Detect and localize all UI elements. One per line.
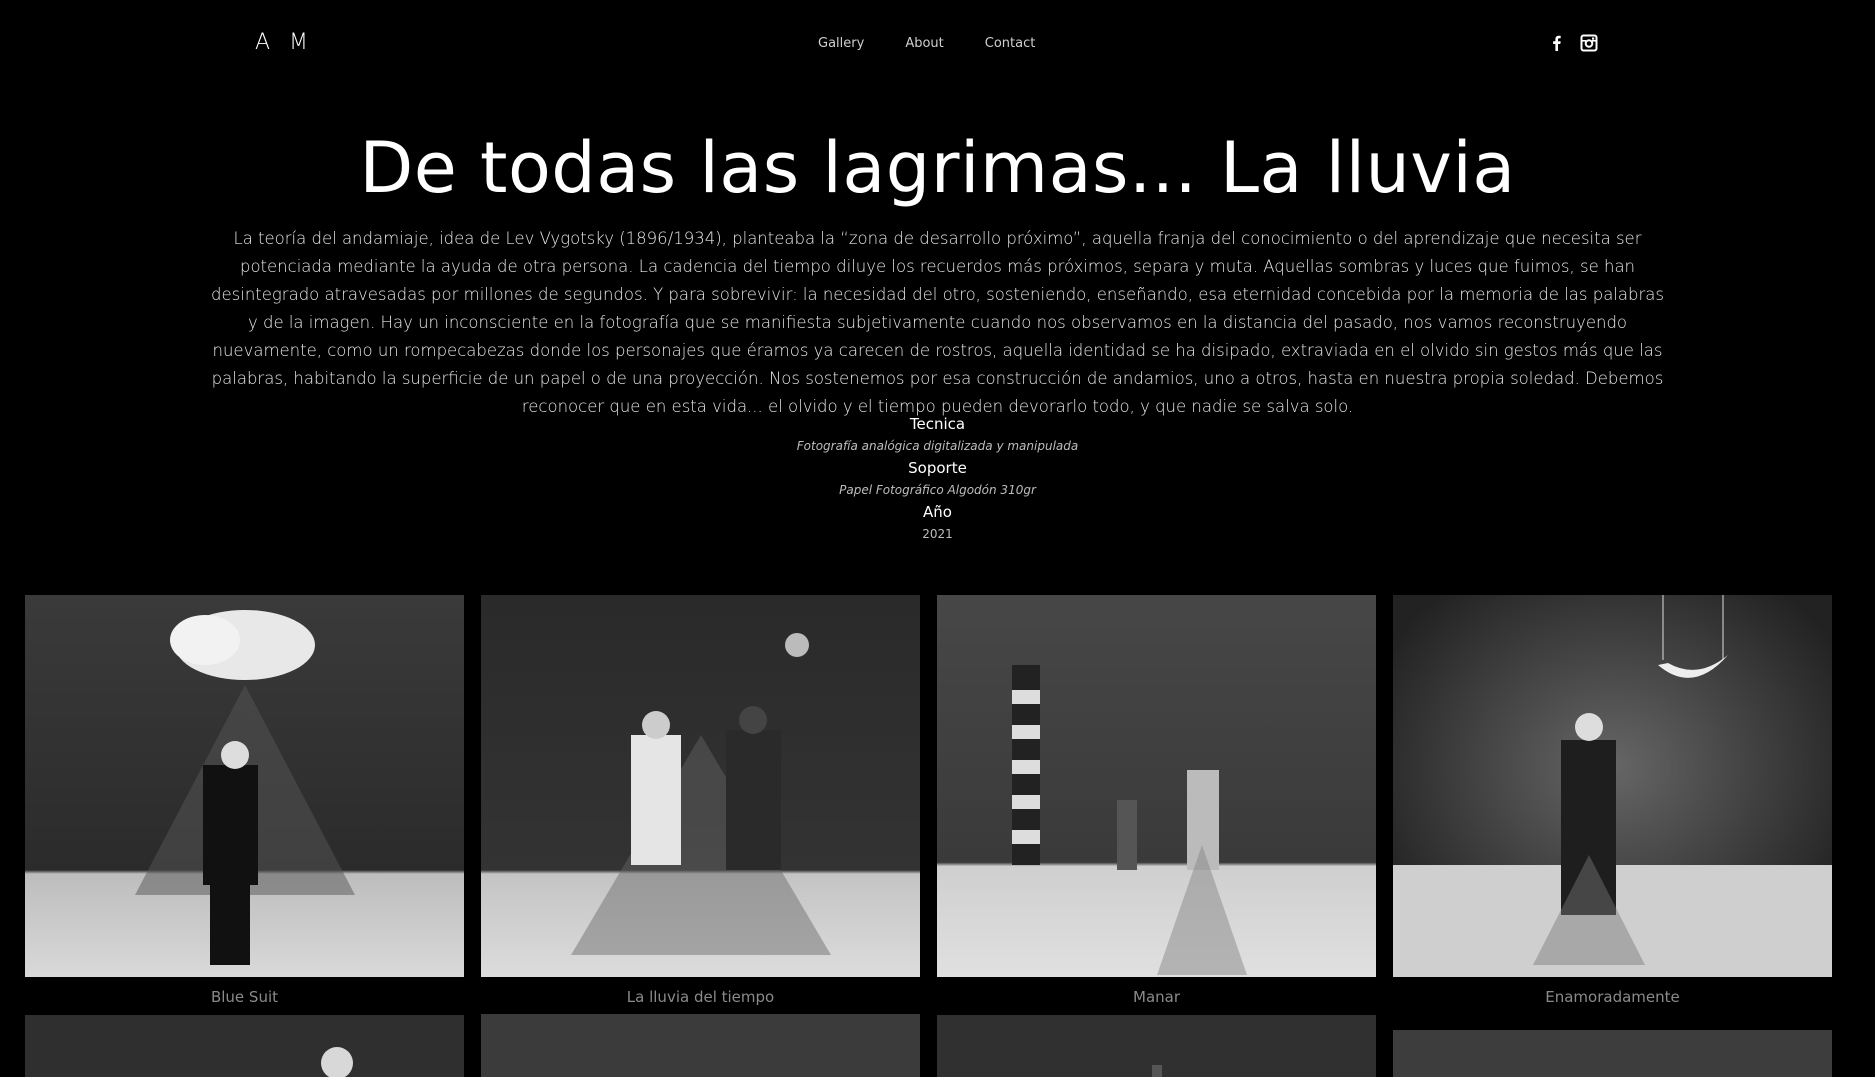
soporte-label: Soporte: [908, 459, 967, 477]
project-specs: Tecnica Fotografía analógica digitalizad…: [0, 413, 1875, 545]
gallery-image-enamoradamente[interactable]: [1393, 595, 1832, 977]
caption-enamoradamente[interactable]: Enamoradamente: [1393, 988, 1832, 1006]
caption-manar[interactable]: Manar: [937, 988, 1376, 1006]
gallery-image-blue-suit[interactable]: [25, 595, 464, 977]
nav-gallery[interactable]: Gallery: [818, 36, 864, 51]
gallery-image-row2-3[interactable]: [937, 1015, 1376, 1077]
site-header: A M Gallery About Contact: [0, 0, 1875, 90]
social-links: [1548, 34, 1598, 52]
gallery-image-row2-1[interactable]: [25, 1015, 464, 1077]
page-title: De todas las lagrimas... La lluvia: [359, 127, 1516, 209]
main-nav: Gallery About Contact: [818, 36, 1035, 51]
soporte-value: Papel Fotográfico Algodón 310gr: [839, 483, 1036, 497]
tecnica-value: Fotografía analógica digitalizada y mani…: [796, 439, 1079, 453]
gallery-image-la-lluvia-del-tiempo[interactable]: [481, 595, 920, 977]
caption-la-lluvia-del-tiempo[interactable]: La lluvia del tiempo: [481, 988, 920, 1006]
nav-about[interactable]: About: [905, 36, 943, 51]
nav-contact[interactable]: Contact: [985, 36, 1036, 51]
gallery-image-manar[interactable]: [937, 595, 1376, 977]
tecnica-label: Tecnica: [909, 415, 966, 433]
site-logo[interactable]: A M: [255, 30, 314, 55]
project-description: La teoría del andamiaje, idea de Lev Vyg…: [211, 229, 1664, 416]
facebook-icon[interactable]: [1548, 34, 1566, 52]
anio-value: 2021: [922, 527, 953, 541]
gallery-image-row2-4[interactable]: [1393, 1030, 1832, 1077]
caption-blue-suit[interactable]: Blue Suit: [25, 988, 464, 1006]
anio-label: Año: [923, 503, 952, 521]
gallery-image-row2-2[interactable]: [481, 1014, 920, 1077]
instagram-icon[interactable]: [1580, 34, 1598, 52]
